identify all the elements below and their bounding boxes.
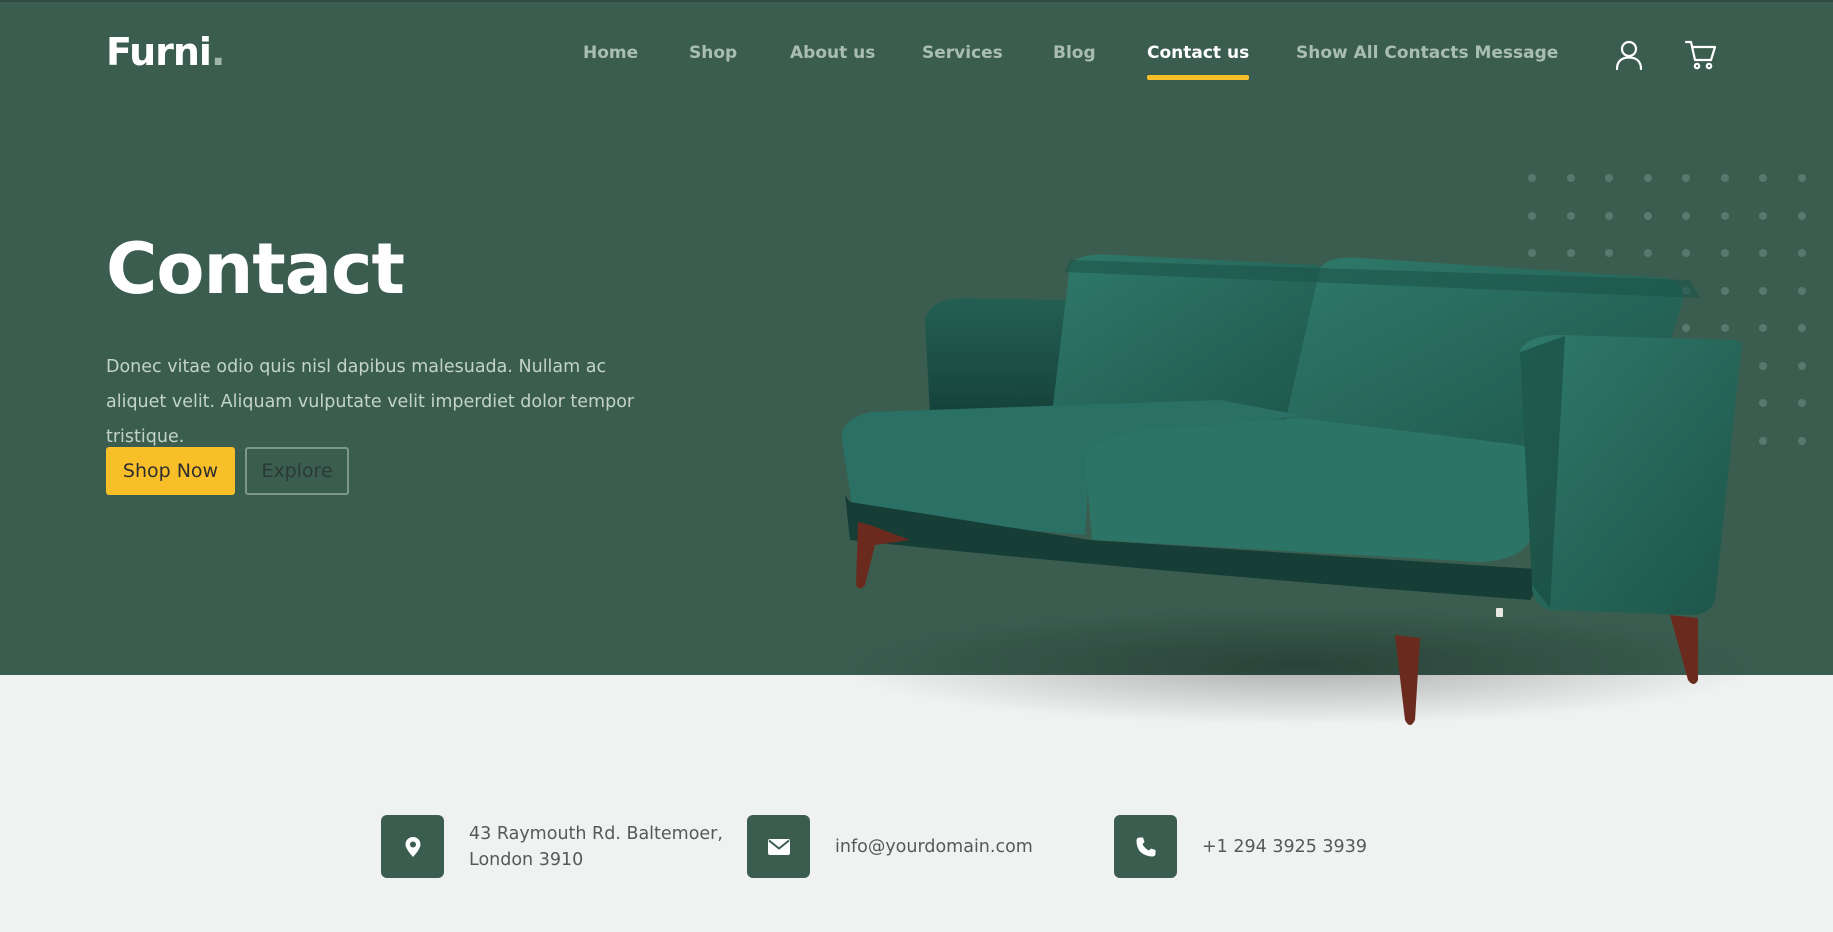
brand-dot: . — [210, 30, 225, 74]
decorative-dot — [1759, 211, 1767, 220]
decorative-dot — [1797, 286, 1806, 295]
phone-text[interactable]: +1 294 3925 3939 — [1202, 834, 1367, 860]
decorative-dot — [1759, 286, 1767, 295]
envelope-icon — [747, 815, 810, 878]
nav-about-us[interactable]: About us — [790, 43, 875, 63]
decorative-dot — [1566, 174, 1575, 182]
nav-blog[interactable]: Blog — [1053, 43, 1096, 63]
decorative-dot — [1797, 174, 1806, 182]
user-icon[interactable] — [1613, 38, 1645, 72]
decorative-dot — [1605, 211, 1613, 220]
decorative-dot — [1759, 399, 1767, 407]
nav-home[interactable]: Home — [583, 43, 638, 63]
page-title: Contact — [106, 228, 405, 310]
nav-contact-us-label: Contact us — [1147, 43, 1250, 63]
decorative-dot — [1759, 174, 1767, 182]
sofa-image — [840, 254, 1750, 725]
address-line-2: London 3910 — [469, 849, 584, 870]
decorative-dot — [1797, 436, 1806, 445]
brand-logo[interactable]: Furni. — [106, 30, 225, 74]
decorative-dot — [1797, 211, 1806, 220]
decorative-dot — [1797, 399, 1806, 407]
top-border — [0, 0, 1833, 2]
decorative-dot — [1720, 211, 1729, 220]
contact-phone: +1 294 3925 3939 — [1114, 815, 1367, 878]
decorative-dot — [1682, 174, 1690, 182]
decorative-dot — [1797, 361, 1806, 370]
decorative-dot — [1759, 361, 1767, 370]
decorative-dot — [1643, 174, 1652, 182]
decorative-dot — [1605, 174, 1613, 182]
decorative-dot — [1528, 211, 1536, 220]
nav-services[interactable]: Services — [922, 43, 1003, 63]
contact-address: 43 Raymouth Rd. Baltemoer, London 3910 — [381, 815, 723, 878]
explore-button[interactable]: Explore — [245, 447, 349, 495]
cart-icon[interactable] — [1684, 38, 1717, 72]
decorative-dot — [1759, 249, 1767, 257]
decorative-dot — [1566, 211, 1575, 220]
address-text: 43 Raymouth Rd. Baltemoer, London 3910 — [469, 821, 723, 873]
shop-now-button[interactable]: Shop Now — [106, 447, 235, 495]
decorative-dot — [1528, 174, 1536, 182]
nav-shop[interactable]: Shop — [689, 43, 737, 63]
nav-contact-us[interactable]: Contact us — [1147, 43, 1250, 80]
decorative-dot — [1797, 324, 1806, 332]
email-text[interactable]: info@yourdomain.com — [835, 834, 1033, 860]
decorative-dot — [1682, 211, 1690, 220]
map-pin-icon — [381, 815, 444, 878]
decorative-dot — [1759, 436, 1767, 445]
hero-description: Donec vitae odio quis nisl dapibus males… — [106, 357, 635, 447]
contact-email: info@yourdomain.com — [747, 815, 1033, 878]
decorative-dot — [1720, 174, 1729, 182]
decorative-dot — [1759, 324, 1767, 332]
active-nav-indicator — [1147, 75, 1250, 80]
address-line-1: 43 Raymouth Rd. Baltemoer, — [469, 823, 723, 844]
brand-name: Furni — [106, 30, 212, 74]
phone-icon — [1114, 815, 1177, 878]
decorative-dot — [1643, 211, 1652, 220]
decorative-dot — [1797, 249, 1806, 257]
nav-show-all-contacts-message[interactable]: Show All Contacts Message — [1296, 43, 1558, 63]
